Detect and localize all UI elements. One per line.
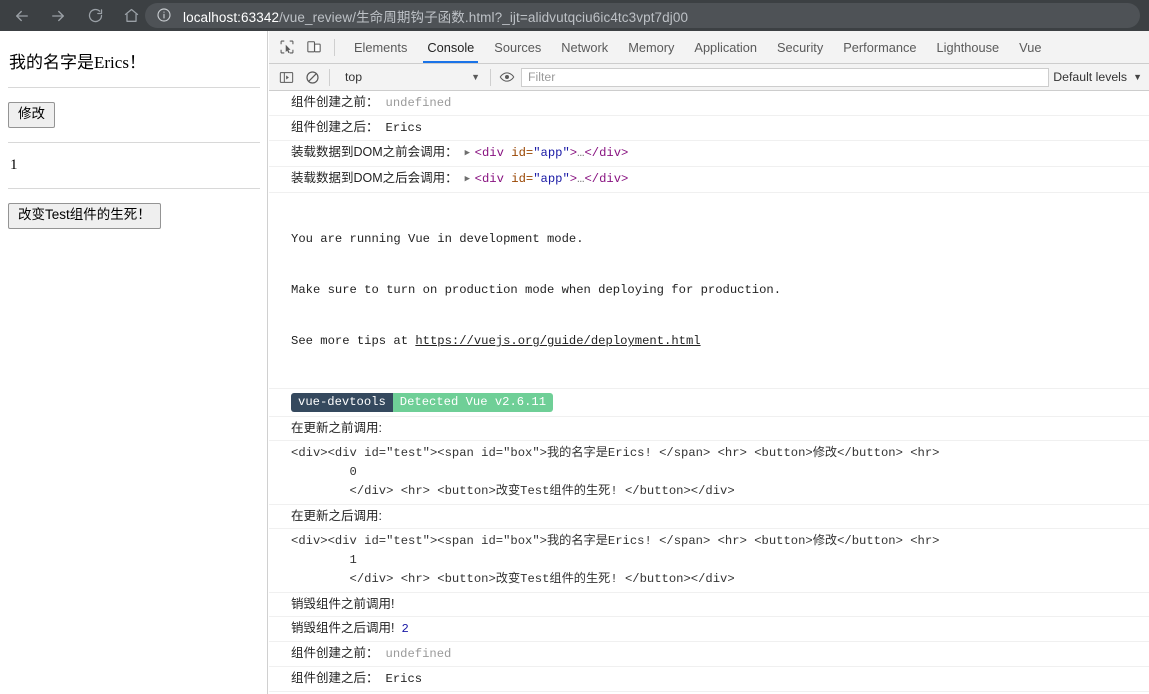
info-circle-icon[interactable]	[156, 7, 174, 25]
expand-arrow-icon[interactable]: ▶	[465, 171, 475, 188]
inspect-element-icon[interactable]	[274, 34, 300, 60]
home-icon	[123, 7, 140, 24]
log-entry[interactable]: 在更新之后调用:	[269, 505, 1149, 529]
vue-warning-line-1: You are running Vue in development mode.	[291, 232, 584, 246]
chevron-down-icon: ▼	[471, 72, 480, 82]
live-expression-icon[interactable]	[496, 64, 518, 90]
log-label: 组件创建之后：	[291, 671, 379, 685]
dom-attr-value: "app"	[533, 172, 570, 186]
log-entry[interactable]: 组件创建之前： undefined	[269, 91, 1149, 116]
log-value: undefined	[385, 96, 452, 110]
log-value: undefined	[385, 647, 452, 661]
log-levels-label: Default levels	[1053, 70, 1128, 84]
divider	[8, 141, 260, 143]
console-toolbar: top ▼ Default levels ▼	[269, 64, 1149, 91]
tab-vue[interactable]: Vue	[1009, 32, 1051, 63]
counter-value: 1	[10, 156, 18, 173]
tab-console[interactable]: Console	[417, 32, 484, 63]
arrow-right-icon	[49, 7, 67, 25]
log-levels-select[interactable]: Default levels ▼	[1053, 70, 1142, 84]
dom-attr-name: id	[511, 146, 526, 160]
log-label: 装载数据到DOM之前会调用：	[291, 145, 458, 159]
tab-sources[interactable]: Sources	[484, 32, 551, 63]
browser-toolbar: localhost:63342/vue_review/生命周期钩子函数.html…	[0, 0, 1149, 31]
divider	[334, 38, 335, 56]
tab-security[interactable]: Security	[767, 32, 833, 63]
log-entry[interactable]: 组件创建之后： Erics	[269, 116, 1149, 141]
reload-button[interactable]	[80, 1, 110, 31]
log-entry-html-output[interactable]: <div><div id="test"><span id="box">我的名字是…	[269, 441, 1149, 505]
log-label: 组件创建之前：	[291, 95, 379, 109]
devtools-panel: Elements Console Sources Network Memory …	[269, 31, 1149, 694]
vue-devtools-badge-left: vue-devtools	[291, 393, 393, 412]
chevron-down-icon: ▼	[1133, 72, 1142, 82]
tab-performance[interactable]: Performance	[833, 32, 926, 63]
log-label: 装载数据到DOM之后会调用：	[291, 171, 458, 185]
log-entry[interactable]: 组件创建之后： Erics	[269, 667, 1149, 692]
log-entry[interactable]: 销毁组件之后调用! 2	[269, 617, 1149, 642]
log-entry[interactable]: 装载数据到DOM之前会调用：▶<div id="app">…</div>	[269, 141, 1149, 167]
url-host: localhost:63342	[183, 9, 280, 25]
log-entry[interactable]: 销毁组件之前调用!	[269, 593, 1149, 617]
modify-button[interactable]: 修改	[8, 102, 55, 128]
divider	[8, 187, 260, 189]
back-button[interactable]	[7, 1, 37, 31]
dom-tag-close: </div>	[584, 172, 629, 186]
clear-console-icon[interactable]	[299, 64, 325, 90]
log-entry[interactable]: 组件创建之前： undefined	[269, 642, 1149, 667]
dom-tag-open: <div	[474, 172, 512, 186]
home-button[interactable]	[116, 1, 146, 31]
dom-tag-close: </div>	[584, 146, 629, 160]
html-output-text: <div><div id="test"><span id="box">我的名字是…	[291, 446, 940, 498]
tab-memory[interactable]: Memory	[618, 32, 684, 63]
log-entry-vue-warning[interactable]: You are running Vue in development mode.…	[269, 193, 1149, 389]
dom-attr-value: "app"	[533, 146, 570, 160]
tab-network[interactable]: Network	[551, 32, 618, 63]
console-filter-input[interactable]	[521, 67, 1050, 87]
page-greeting-text: 我的名字是Erics！	[9, 53, 146, 72]
reload-icon	[87, 7, 104, 24]
log-entry[interactable]: 在更新之前调用:	[269, 417, 1149, 441]
vue-devtools-badge-right: Detected Vue v2.6.11	[392, 393, 554, 412]
expand-arrow-icon[interactable]: ▶	[465, 145, 475, 162]
log-entry-html-output[interactable]: <div><div id="test"><span id="box">我的名字是…	[269, 529, 1149, 593]
vue-warning-line-3-prefix: See more tips at	[291, 334, 416, 348]
url-path: /vue_review/生命周期钩子函数.html?_ijt=alidvutqc…	[279, 9, 689, 25]
device-toolbar-icon[interactable]	[301, 34, 327, 60]
page-content-pane: 我的名字是Erics！ 修改 1 改变Test组件的生死！	[0, 31, 268, 694]
arrow-left-icon	[13, 7, 31, 25]
tab-elements[interactable]: Elements	[344, 32, 417, 63]
tab-application[interactable]: Application	[684, 32, 767, 63]
console-log-list[interactable]: 组件创建之前： undefined 组件创建之后： Erics 装载数据到DOM之前…	[269, 91, 1149, 694]
divider	[8, 87, 260, 88]
log-value: Erics	[385, 672, 423, 686]
log-label: 组件创建之前：	[291, 646, 379, 660]
dom-tag-open: <div	[474, 146, 512, 160]
tab-lighthouse[interactable]: Lighthouse	[927, 32, 1010, 63]
log-value: 2	[401, 622, 409, 636]
toggle-test-component-button[interactable]: 改变Test组件的生死！	[8, 202, 161, 229]
execution-context-value: top	[345, 70, 363, 84]
vue-deployment-link[interactable]: https://vuejs.org/guide/deployment.html	[415, 334, 700, 348]
log-entry[interactable]: 装载数据到DOM之后会调用： ▶ <div id="app">…</div>	[269, 167, 1149, 193]
console-sidebar-icon[interactable]	[273, 64, 299, 90]
forward-button[interactable]	[43, 1, 73, 31]
log-value: Erics	[385, 121, 423, 135]
address-bar-text: localhost:63342/vue_review/生命周期钩子函数.html…	[183, 6, 688, 26]
address-bar[interactable]: localhost:63342/vue_review/生命周期钩子函数.html…	[145, 3, 1140, 28]
log-label: 销毁组件之后调用!	[291, 621, 395, 635]
execution-context-select[interactable]: top ▼	[338, 67, 490, 87]
log-entry-vue-devtools-badge[interactable]: vue-devtools Detected Vue v2.6.11	[269, 389, 1149, 417]
html-output-text: <div><div id="test"><span id="box">我的名字是…	[291, 534, 940, 586]
dom-attr-name: id	[511, 172, 526, 186]
log-label: 组件创建之后：	[291, 120, 379, 134]
devtools-tab-strip: Elements Console Sources Network Memory …	[269, 31, 1149, 64]
vue-warning-line-2: Make sure to turn on production mode whe…	[291, 283, 782, 297]
